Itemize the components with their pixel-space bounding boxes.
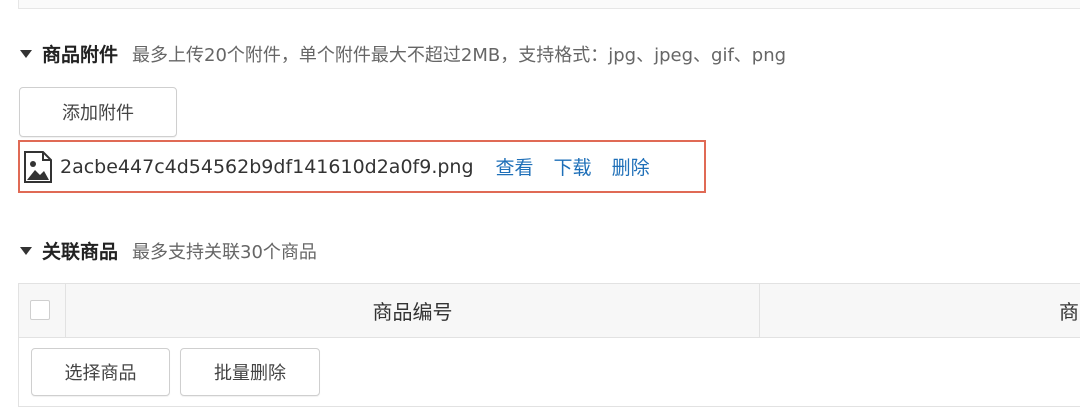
previous-section-edge xyxy=(18,0,1080,9)
batch-delete-button[interactable]: 批量删除 xyxy=(180,348,320,396)
image-file-icon xyxy=(24,150,52,183)
collapse-caret-icon[interactable] xyxy=(20,50,32,58)
select-all-cell xyxy=(19,284,66,337)
attachment-file-name: 2acbe447c4d54562b9df141610d2a0f9.png xyxy=(60,155,474,178)
collapse-caret-icon[interactable] xyxy=(20,247,32,255)
related-products-table: 商品编号 商 xyxy=(18,283,1080,407)
related-products-hint: 最多支持关联30个商品 xyxy=(132,242,317,263)
select-products-button[interactable]: 选择商品 xyxy=(31,348,170,396)
table-header: 商品编号 商 xyxy=(19,284,1080,338)
related-products-title: 关联商品 xyxy=(42,241,119,263)
download-attachment-link[interactable]: 下载 xyxy=(554,153,592,180)
select-all-checkbox[interactable] xyxy=(30,300,50,320)
column-header-product-code: 商品编号 xyxy=(66,284,760,337)
view-attachment-link[interactable]: 查看 xyxy=(496,153,534,180)
delete-attachment-link[interactable]: 删除 xyxy=(612,153,650,180)
column-header-product-name: 商 xyxy=(1059,300,1079,324)
attachments-section-header[interactable]: 商品附件 最多上传20个附件，单个附件最大不超过2MB，支持格式：jpg、jpe… xyxy=(20,40,786,67)
attachment-file-row: 2acbe447c4d54562b9df141610d2a0f9.png 查看 … xyxy=(18,140,706,193)
related-products-section-header[interactable]: 关联商品 最多支持关联30个商品 xyxy=(20,237,317,264)
attachments-title: 商品附件 xyxy=(42,44,119,66)
add-attachment-button[interactable]: 添加附件 xyxy=(19,87,177,137)
attachments-hint: 最多上传20个附件，单个附件最大不超过2MB，支持格式：jpg、jpeg、gif… xyxy=(132,45,787,66)
